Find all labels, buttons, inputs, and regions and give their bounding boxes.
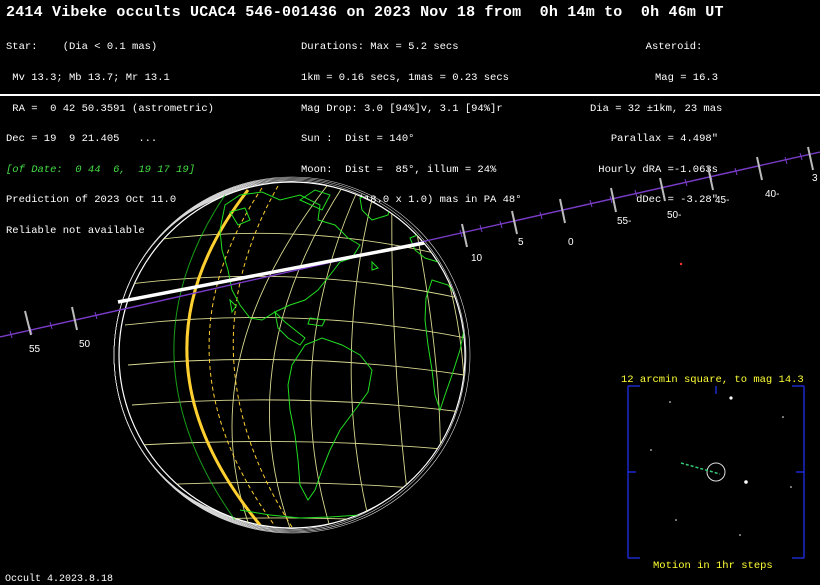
sub-star-marker — [679, 262, 683, 266]
asteroid-motion-track — [680, 462, 721, 475]
star-chart-title: 12 arcmin square, to mag 14.3 — [621, 374, 804, 386]
path-tick-label: 50- — [667, 210, 681, 221]
software-version: Occult 4.2023.8.18 — [5, 574, 114, 585]
path-tick-label: 55 — [29, 344, 41, 355]
field-stars — [650, 396, 792, 536]
path-tick-label: 3 — [812, 173, 818, 184]
star-chart-caption: Motion in 1hr steps — [653, 560, 773, 572]
path-tick-label: 5 — [518, 237, 524, 248]
path-tick-label: 40- — [765, 189, 779, 200]
path-tick-label: 0 — [568, 237, 574, 248]
path-tick-label: 45- — [715, 195, 729, 206]
path-tick-label: 10 — [471, 253, 483, 264]
target-star-circle — [706, 462, 726, 482]
path-tick-label: 50 — [79, 339, 91, 350]
path-tick-label: 55- — [617, 216, 631, 227]
star-chart-frame — [627, 385, 805, 559]
occultation-diagram: 55 50 10 5 0 55- 50- 45- 40- 3 — [0, 146, 820, 559]
